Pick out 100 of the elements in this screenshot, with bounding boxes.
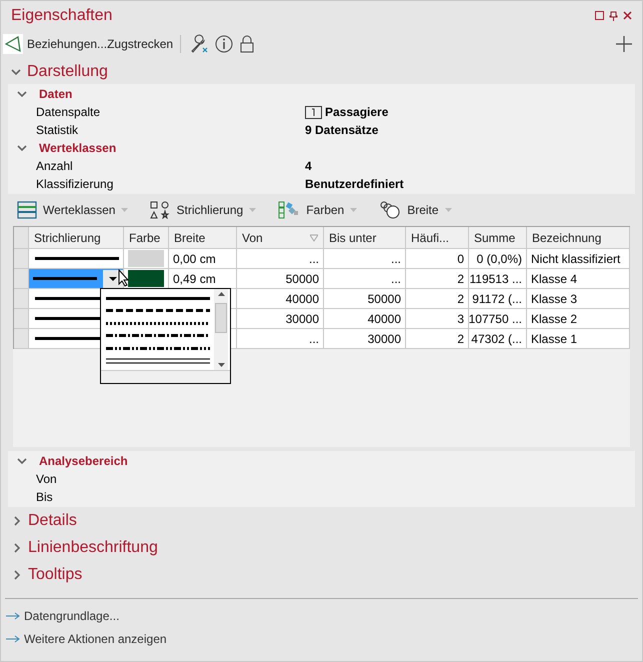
column-header[interactable]: Farbe <box>124 227 169 249</box>
section-header[interactable]: Darstellung <box>27 60 108 84</box>
double-line-icon <box>106 358 210 364</box>
chevron-down-icon[interactable] <box>17 456 27 466</box>
dashed-line-icon <box>106 334 210 338</box>
property-label: Statistik <box>35 122 80 139</box>
table-cell: 40000 <box>237 289 324 309</box>
lock-icon[interactable] <box>238 34 256 54</box>
column-header[interactable]: Summe <box>469 227 527 249</box>
dashed-line-icon <box>106 322 210 325</box>
object-label[interactable]: Beziehungen...Zugstrecken <box>27 35 174 53</box>
color-swatch[interactable] <box>128 250 164 267</box>
dropdown-arrow-icon[interactable] <box>109 276 117 280</box>
table-cell: Klasse 2 <box>527 309 630 329</box>
arrow-right-icon <box>6 612 20 620</box>
chevron-right-icon[interactable] <box>12 516 22 526</box>
stacked-bars-icon <box>17 201 37 219</box>
table-cell: ... <box>237 249 324 269</box>
action-link[interactable]: Weitere Aktionen anzeigen <box>6 630 637 647</box>
add-icon[interactable] <box>616 36 632 52</box>
table-cell: 3 <box>406 309 469 329</box>
shapes-icon <box>150 201 170 219</box>
color-swatches-icon <box>278 201 300 219</box>
property-label: Klassifizierung <box>35 176 114 193</box>
caret-icon <box>121 208 128 212</box>
dash-style-option[interactable] <box>106 356 210 366</box>
panel-title: Eigenschaften <box>11 6 112 26</box>
dashed-line-icon <box>106 309 210 312</box>
property-value: Benutzerdefiniert <box>305 176 404 193</box>
column-header[interactable]: Häufi... <box>406 227 469 249</box>
caret-icon <box>350 208 358 212</box>
group-header[interactable]: Daten <box>39 85 72 103</box>
property-label: Anzahl <box>35 158 74 175</box>
scrollbar[interactable] <box>214 289 228 370</box>
toolbar-dropdown-button[interactable]: Breite <box>379 201 452 219</box>
close-icon[interactable] <box>623 11 632 20</box>
chevron-down-icon[interactable] <box>11 67 21 77</box>
restore-icon[interactable] <box>595 11 604 20</box>
section-header[interactable]: Linienbeschriftung <box>28 536 158 560</box>
scroll-thumb[interactable] <box>215 302 227 332</box>
toolbar-dropdown-button[interactable]: Farben <box>278 201 358 219</box>
table-cell: 30000 <box>237 309 324 329</box>
solid-line-icon <box>35 257 119 260</box>
caret-icon <box>249 208 256 212</box>
table-cell: 2 <box>406 289 469 309</box>
pin-icon[interactable] <box>609 10 618 20</box>
color-swatch[interactable] <box>128 270 164 287</box>
table-cell: ... <box>324 249 406 269</box>
column-header[interactable]: Strichlierung <box>29 227 124 249</box>
chevron-right-icon[interactable] <box>12 570 22 580</box>
table-cell: 47302 (... <box>469 329 527 349</box>
column-header[interactable]: Breite <box>169 227 237 249</box>
table-cell: 119513 ... <box>469 269 527 289</box>
solid-line-icon <box>33 277 97 280</box>
toolbar-dropdown-button[interactable]: Strichlierung <box>150 201 256 219</box>
property-label: Bis <box>36 489 53 506</box>
column-header[interactable]: Bis unter <box>324 227 406 249</box>
table-cell: Klasse 4 <box>527 269 630 289</box>
section-header[interactable]: Tooltips <box>28 562 82 586</box>
table-cell: ... <box>237 329 324 349</box>
table-cell: 40000 <box>324 309 406 329</box>
circles-icon <box>379 201 402 219</box>
property-value: Passagiere <box>325 104 388 121</box>
table-cell: Klasse 3 <box>527 289 630 309</box>
table-cell: 50000 <box>324 289 406 309</box>
triangle-icon <box>3 34 23 54</box>
group-header[interactable]: Analysebereich <box>39 452 128 470</box>
group-header[interactable]: Werteklassen <box>39 139 116 157</box>
dash-style-dropdown[interactable] <box>29 269 124 289</box>
table-cell: 2 <box>406 269 469 289</box>
section-header[interactable]: Details <box>28 508 77 532</box>
caret-icon <box>444 208 452 212</box>
table-cell: Nicht klassifiziert <box>527 249 630 269</box>
dashed-line-icon <box>106 346 210 350</box>
info-icon[interactable] <box>214 34 234 54</box>
toolbar-dropdown-button[interactable]: Werteklassen <box>17 201 128 219</box>
table-cell: 50000 <box>237 269 324 289</box>
table-cell: 0,00 cm <box>169 249 237 269</box>
property-label: Datenspalte <box>35 104 102 121</box>
property-value: 9 Datensätze <box>305 122 378 139</box>
table-cell: 0 (0,0%) <box>469 249 527 269</box>
table-cell: 2 <box>406 329 469 349</box>
table-cell: 91172 (... <box>469 289 527 309</box>
table-cell: 107750 ... <box>469 309 527 329</box>
column-header[interactable]: Von <box>237 227 324 249</box>
property-label: Von <box>36 471 57 488</box>
scroll-down-icon[interactable] <box>218 363 224 367</box>
table-cell: Klasse 1 <box>527 329 630 349</box>
table-cell: 30000 <box>324 329 406 349</box>
arrow-right-icon <box>6 634 20 642</box>
table-cell: 0 <box>406 249 469 269</box>
chevron-right-icon[interactable] <box>12 542 22 552</box>
chevron-down-icon[interactable] <box>17 89 27 99</box>
table-cell: ... <box>324 269 406 289</box>
column-header[interactable]: Bezeichnung <box>527 227 630 249</box>
action-link[interactable]: Datengrundlage... <box>6 607 637 624</box>
chevron-down-icon[interactable] <box>17 143 27 153</box>
scroll-up-icon[interactable] <box>218 292 224 296</box>
column-icon <box>305 106 322 118</box>
property-value: 4 <box>305 158 312 175</box>
